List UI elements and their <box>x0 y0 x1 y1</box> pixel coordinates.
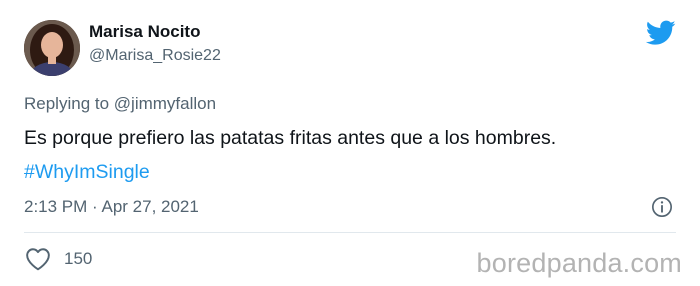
like-count: 150 <box>64 249 93 268</box>
replying-to-handle[interactable]: @jimmyfallon <box>114 94 216 113</box>
twitter-bird-icon[interactable] <box>646 20 676 46</box>
tweet-timestamp[interactable]: 2:13 PM · Apr 27, 2021 <box>24 197 199 217</box>
avatar-image <box>24 20 80 76</box>
info-icon[interactable] <box>651 196 673 218</box>
watermark: boredpanda.com <box>476 248 682 278</box>
author-handle[interactable]: @Marisa_Rosie22 <box>89 47 221 65</box>
replying-to-prefix: Replying to <box>24 94 110 113</box>
hashtag-link[interactable]: #WhyImSingle <box>24 161 150 184</box>
tweet-text: Es porque prefiero las patatas fritas an… <box>24 127 557 149</box>
divider <box>24 232 676 233</box>
author-name[interactable]: Marisa Nocito <box>89 22 200 42</box>
replying-to: Replying to @jimmyfallon <box>24 94 216 114</box>
heart-icon[interactable] <box>25 247 51 271</box>
avatar[interactable] <box>24 20 80 76</box>
